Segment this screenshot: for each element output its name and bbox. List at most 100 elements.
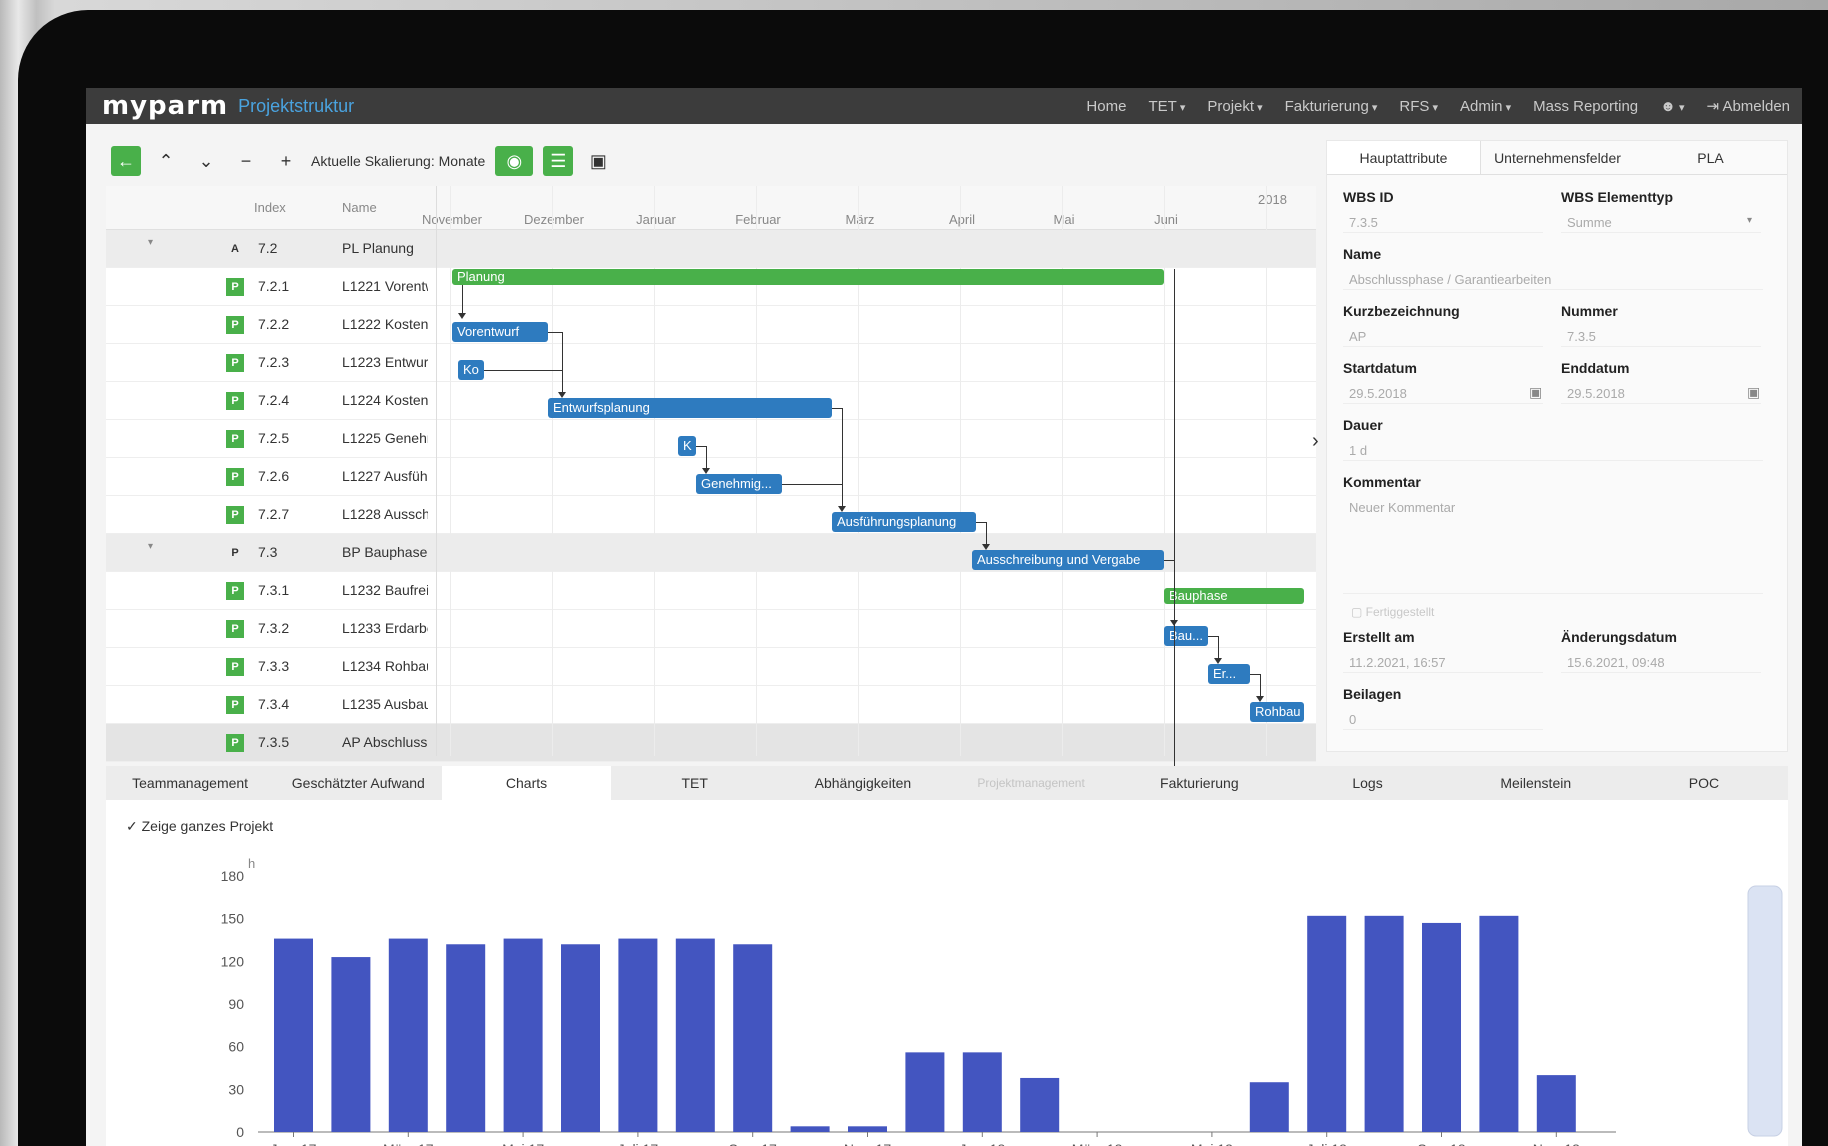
end-date-field[interactable]: 29.5.2018: [1561, 384, 1761, 404]
chart-bar[interactable]: [618, 938, 658, 1132]
gantt-row[interactable]: P 7.2.7 L1228 Ausschreibung: [106, 496, 1316, 534]
chart-bar[interactable]: [1479, 915, 1519, 1132]
chart-bar[interactable]: [962, 1052, 1002, 1132]
chart-bar[interactable]: [1249, 1082, 1289, 1132]
gantt-row[interactable]: P 7.2.5 L1225 Genehmigung: [106, 420, 1316, 458]
row-index: 7.2.2: [258, 316, 290, 332]
chart-range-slider[interactable]: [1747, 885, 1783, 1137]
tab-logs[interactable]: Logs: [1283, 766, 1451, 800]
chart-bar[interactable]: [331, 957, 371, 1132]
expand-toggle-icon[interactable]: ▾: [148, 541, 153, 552]
gantt-row[interactable]: P 7.3.5 AP Abschlussphase: [106, 724, 1316, 762]
chart-bar[interactable]: [790, 1126, 830, 1132]
gantt-row[interactable]: ▾ A 7.2 PL Planung: [106, 230, 1316, 268]
gantt-row[interactable]: P 7.2.2 L1222 Kostenschätzung: [106, 306, 1316, 344]
row-name: AP Abschlussphase: [342, 734, 428, 750]
chart-bar[interactable]: [503, 938, 543, 1132]
nav-fakturierung[interactable]: Fakturierung: [1285, 98, 1378, 115]
gantt-bar-erdarbeiten[interactable]: Er...: [1208, 664, 1250, 684]
show-project-checkbox[interactable]: ✓ Zeige ganzes Projekt: [126, 818, 273, 835]
chart-bar[interactable]: [905, 1052, 945, 1132]
short-field[interactable]: AP: [1343, 327, 1543, 347]
list-icon[interactable]: ☰: [543, 146, 574, 176]
gantt-bar-bauphase[interactable]: Bauphase: [1164, 588, 1304, 604]
chart-bar[interactable]: [1422, 922, 1461, 1132]
gantt-bar-ausschreibung[interactable]: Ausschreibung und Vergabe: [972, 550, 1164, 570]
chevron-right-icon[interactable]: ›: [1312, 430, 1319, 453]
start-date-field[interactable]: 29.5.2018: [1343, 384, 1543, 404]
gantt-bar-ausfuehrung[interactable]: Ausführungsplanung: [832, 512, 976, 532]
dependency-line: [1174, 269, 1175, 779]
details-panel: Hauptattribute Unternehmensfelder PLA WB…: [1326, 140, 1788, 752]
collapse-all-icon[interactable]: ⌃: [151, 146, 181, 176]
tab-fakturierung[interactable]: Fakturierung: [1115, 766, 1283, 800]
chart-bar[interactable]: [274, 938, 313, 1132]
col-header-name[interactable]: Name: [342, 200, 377, 215]
wbs-id-field[interactable]: 7.3.5: [1343, 213, 1543, 233]
tab-pm-abhaengigkeiten[interactable]: Projektmanagement Abhängigkeiten: [947, 766, 1115, 824]
tab-meilenstein[interactable]: Meilenstein: [1452, 766, 1620, 800]
gantt-bar-rohbau[interactable]: Rohbau: [1250, 702, 1304, 722]
chart-bar[interactable]: [561, 944, 600, 1132]
gantt-row[interactable]: P 7.3.2 L1233 Erdarbeiten: [106, 610, 1316, 648]
calendar-icon[interactable]: ▣: [583, 146, 613, 176]
tab-charts[interactable]: Charts: [442, 766, 611, 800]
gantt-bar-entwurfsplanung[interactable]: Entwurfsplanung: [548, 398, 832, 418]
tab-unternehmensfelder[interactable]: Unternehmensfelder: [1481, 141, 1634, 174]
duration-field[interactable]: 1 d: [1343, 441, 1763, 461]
zoom-out-button[interactable]: −: [231, 146, 261, 176]
chart-bar[interactable]: [733, 944, 773, 1132]
tab-poc[interactable]: POC: [1620, 766, 1788, 800]
done-checkbox[interactable]: ▢ Fertiggestellt: [1351, 605, 1434, 619]
expand-toggle-icon[interactable]: ▾: [148, 237, 153, 248]
chart-bar[interactable]: [1020, 1077, 1060, 1132]
tab-tet[interactable]: TET: [611, 766, 779, 800]
comment-textarea[interactable]: Neuer Kommentar: [1343, 498, 1763, 594]
gantt-bar-baufreimachung[interactable]: Bau...: [1164, 626, 1208, 646]
gantt-bar-genehmigung[interactable]: Genehmig...: [696, 474, 782, 494]
user-icon[interactable]: ☻: [1660, 98, 1684, 115]
nav-admin[interactable]: Admin: [1460, 98, 1511, 115]
row-name: L1228 Ausschreibung: [342, 506, 428, 522]
zoom-in-button[interactable]: +: [271, 146, 301, 176]
calendar-icon[interactable]: ▣: [1747, 384, 1760, 401]
nav-mass-reporting[interactable]: Mass Reporting: [1533, 98, 1638, 115]
chart-bar[interactable]: [388, 938, 428, 1132]
tab-abhaengigkeiten[interactable]: Abhängigkeiten: [779, 766, 947, 800]
gantt-bar-k[interactable]: K: [678, 436, 696, 456]
tab-teammanagement[interactable]: Teammanagement: [106, 766, 274, 800]
gantt-row[interactable]: P 7.3.4 L1235 Ausbau: [106, 686, 1316, 724]
nav-home[interactable]: Home: [1086, 98, 1126, 115]
chart-bar[interactable]: [1536, 1075, 1576, 1132]
gantt-row[interactable]: P 7.3.1 L1232 Baufreimachung: [106, 572, 1316, 610]
tab-hauptattribute[interactable]: Hauptattribute: [1327, 141, 1481, 174]
gantt-bar-ko[interactable]: Ko: [458, 360, 484, 380]
chart-bar[interactable]: [848, 1126, 887, 1132]
wbs-type-select[interactable]: Summe: [1561, 213, 1761, 233]
hide-eye-icon[interactable]: ◉: [495, 146, 534, 176]
calendar-icon[interactable]: ▣: [1529, 384, 1542, 401]
chart-bar[interactable]: [1364, 915, 1404, 1132]
number-field[interactable]: 7.3.5: [1561, 327, 1761, 347]
nav-projekt[interactable]: Projekt: [1207, 98, 1262, 115]
gantt-bar-planung[interactable]: Planung: [452, 269, 1164, 285]
tab-pla[interactable]: PLA: [1634, 141, 1787, 174]
back-arrow-icon[interactable]: ←: [111, 146, 141, 176]
tab-geschaetzter-aufwand[interactable]: Geschätzter Aufwand: [274, 766, 442, 800]
chart-bar[interactable]: [675, 938, 715, 1132]
chart-bar[interactable]: [1307, 915, 1347, 1132]
grid-divider[interactable]: [436, 186, 437, 756]
logout-link[interactable]: ⇥ Abmelden: [1707, 97, 1790, 115]
gantt-bar-vorentwurf[interactable]: Vorentwurf: [452, 322, 548, 342]
name-field[interactable]: Abschlussphase / Garantiearbeiten: [1343, 270, 1763, 290]
nav-tet[interactable]: TET: [1148, 98, 1185, 115]
col-header-index[interactable]: Index: [254, 200, 286, 215]
gantt-row[interactable]: P 7.3.3 L1234 Rohbau: [106, 648, 1316, 686]
gantt-row[interactable]: P 7.2.3 L1223 Entwurf: [106, 344, 1316, 382]
start-label: Startdatum: [1343, 360, 1417, 376]
expand-all-icon[interactable]: ⌄: [191, 146, 221, 176]
dependency-line: [986, 522, 987, 546]
nav-rfs[interactable]: RFS: [1399, 98, 1438, 115]
brand-logo[interactable]: myparm: [102, 91, 228, 121]
chart-bar[interactable]: [446, 944, 486, 1132]
